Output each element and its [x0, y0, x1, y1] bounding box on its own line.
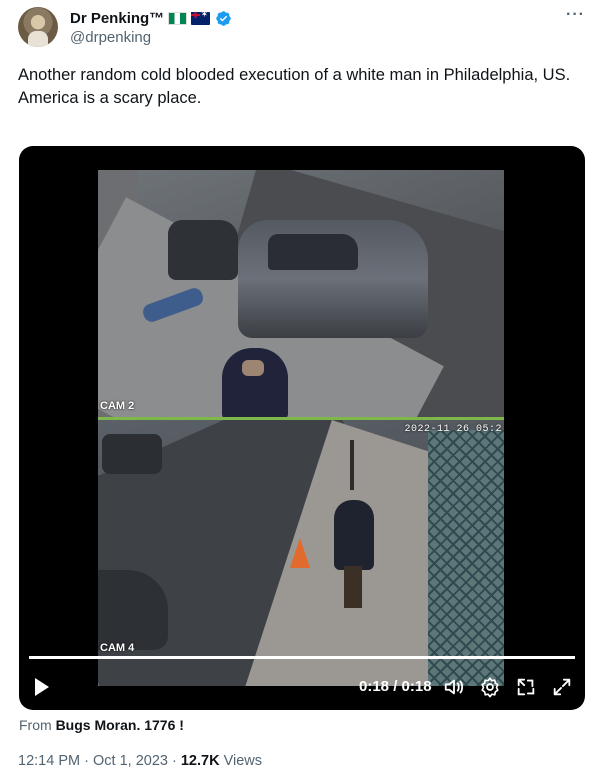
author-name-row: Dr Penking™ — [70, 9, 232, 27]
video-progress-fill — [29, 656, 575, 659]
cam-bottom-label: CAM 4 — [100, 642, 135, 654]
tweet-text: Another random cold blooded execution of… — [18, 66, 571, 107]
nigeria-flag-icon — [168, 11, 188, 25]
tweet-meta: 12:14 PM · Oct 1, 2023 · 12.7K Views — [18, 753, 262, 769]
video-frame[interactable]: CAM 2 2022-11 26 05:2 CAM 4 — [98, 170, 504, 686]
views-count: 12.7K — [180, 753, 220, 769]
volume-icon[interactable] — [443, 676, 465, 698]
source-attribution: From Bugs Moran. 1776 ! — [19, 717, 184, 733]
tweet-date[interactable]: Oct 1, 2023 — [93, 753, 168, 769]
source-name-link[interactable]: Bugs Moran. 1776 ! — [56, 717, 184, 733]
camera-view-bottom: 2022-11 26 05:2 CAM 4 — [98, 420, 504, 686]
cam-top-label: CAM 2 — [100, 400, 135, 412]
more-horizontal-icon[interactable]: ··· — [566, 6, 585, 24]
video-time-display: 0:18 / 0:18 — [359, 678, 432, 695]
video-progress-bar[interactable] — [29, 656, 575, 659]
picture-in-picture-icon[interactable] — [515, 676, 537, 698]
meta-separator: · — [171, 753, 177, 769]
meta-separator: · — [84, 753, 89, 769]
video-timestamp-overlay: 2022-11 26 05:2 — [404, 424, 502, 435]
tweet-time[interactable]: 12:14 PM — [18, 753, 80, 769]
play-icon[interactable] — [33, 676, 51, 698]
views-label: Views — [223, 753, 263, 769]
avatar[interactable] — [18, 7, 58, 47]
author-display-name[interactable]: Dr Penking™ — [70, 10, 164, 27]
author-handle[interactable]: @drpenking — [70, 29, 151, 46]
video-player[interactable]: CAM 2 2022-11 26 05:2 CAM 4 0:18 / 0:18 — [19, 146, 585, 710]
verified-badge-icon — [216, 10, 231, 26]
source-prefix: From — [19, 717, 52, 733]
settings-gear-icon[interactable] — [479, 676, 501, 698]
camera-view-top: CAM 2 — [98, 170, 504, 418]
fullscreen-icon[interactable] — [551, 676, 573, 698]
australia-flag-icon — [191, 10, 211, 25]
